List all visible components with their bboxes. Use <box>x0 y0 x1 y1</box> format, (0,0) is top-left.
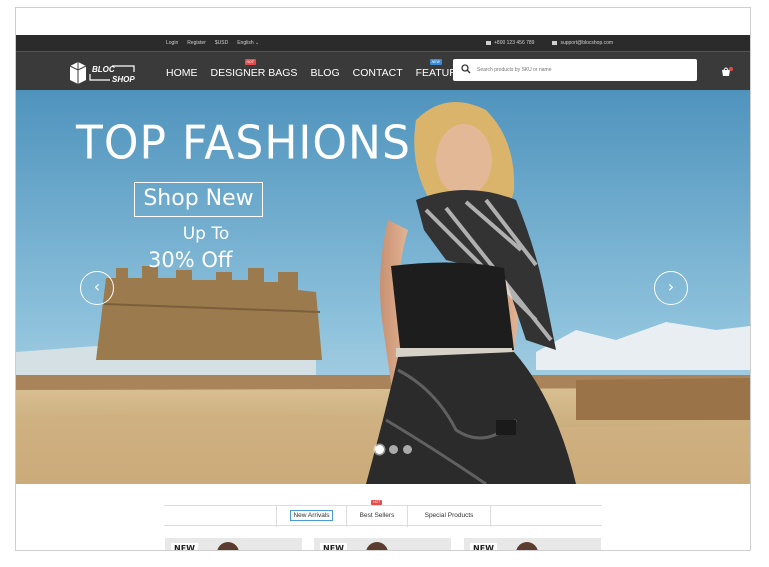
hero-headline: TOP FASHIONS <box>76 116 411 171</box>
nav-designer-bags[interactable]: DESIGNER BAGS HOT <box>211 59 298 79</box>
hero-discount-text: 30% Off <box>148 248 233 272</box>
nav-designer-bags-label[interactable]: DESIGNER BAGS <box>211 67 298 79</box>
top-bar-right: +800 123 456 789 support@blocshop.com <box>486 40 613 46</box>
nav-home[interactable]: HOME <box>166 67 198 79</box>
product-tabs: New Arrivals HOT Best Sellers Special Pro… <box>164 500 602 527</box>
cart-icon[interactable] <box>721 66 733 78</box>
top-bar: Login Register $USD English ⌄ +800 123 4… <box>16 35 750 51</box>
tab-special-products-label[interactable]: Special Products <box>425 512 474 519</box>
slider-dot-1[interactable] <box>375 445 384 454</box>
phone-icon <box>486 40 491 45</box>
shop-new-button[interactable]: Shop New <box>134 182 263 217</box>
slider-dots <box>375 445 412 454</box>
currency-select[interactable]: $USD <box>215 40 228 46</box>
phone-text: +800 123 456 789 <box>494 40 535 46</box>
hot-badge: HOT <box>244 59 256 65</box>
product-image <box>516 542 538 550</box>
nav-blog[interactable]: BLOG <box>310 67 339 79</box>
hero-slider[interactable]: TOP FASHIONS Shop New Up To 30% Off ‹ › <box>16 90 750 484</box>
nav-menu: HOME DESIGNER BAGS HOT BLOG CONTACT FEATU… <box>166 59 471 79</box>
tab-new-arrivals[interactable]: New Arrivals <box>276 506 346 527</box>
mail-icon <box>552 40 558 45</box>
browser-frame: Login Register $USD English ⌄ +800 123 4… <box>15 7 751 551</box>
site-logo[interactable]: BLOC SHOP <box>68 58 140 86</box>
product-new-badge: NEW <box>470 543 497 550</box>
email-text[interactable]: support@blocshop.com <box>560 40 613 46</box>
product-card[interactable]: NEW <box>314 538 451 550</box>
product-new-badge: NEW <box>320 543 347 550</box>
product-image <box>366 542 388 550</box>
new-badge: NEW <box>429 59 442 65</box>
tab-best-sellers[interactable]: HOT Best Sellers <box>346 500 407 527</box>
hero-upto-text: Up To <box>182 224 230 244</box>
tab-new-arrivals-label[interactable]: New Arrivals <box>290 510 333 521</box>
tab-best-sellers-label[interactable]: Best Sellers <box>360 512 395 519</box>
search-box[interactable] <box>453 59 697 81</box>
main-navbar: BLOC SHOP HOME DESIGNER BAGS HOT BLOG CON… <box>16 51 750 90</box>
tab-hot-badge: HOT <box>371 500 383 505</box>
slider-prev-button[interactable]: ‹ <box>80 271 114 305</box>
phone-contact: +800 123 456 789 <box>486 40 534 46</box>
product-new-badge: NEW <box>171 543 198 550</box>
language-select[interactable]: English ⌄ <box>237 40 259 46</box>
slider-next-button[interactable]: › <box>654 271 688 305</box>
svg-text:SHOP: SHOP <box>112 75 135 84</box>
email-contact[interactable]: support@blocshop.com <box>552 40 613 46</box>
product-card[interactable]: NEW <box>165 538 302 550</box>
nav-contact[interactable]: CONTACT <box>353 67 403 79</box>
slider-dot-2[interactable] <box>389 445 398 454</box>
search-input[interactable] <box>477 63 687 77</box>
login-link[interactable]: Login <box>166 40 178 46</box>
chevron-left-icon[interactable]: ‹ <box>94 277 100 296</box>
slider-dot-3[interactable] <box>403 445 412 454</box>
svg-text:BLOC: BLOC <box>92 65 115 74</box>
top-bar-left: Login Register $USD English ⌄ <box>166 40 259 46</box>
register-link[interactable]: Register <box>187 40 206 46</box>
product-card[interactable]: NEW <box>464 538 601 550</box>
product-image <box>217 542 239 550</box>
chevron-right-icon[interactable]: › <box>668 277 674 296</box>
tab-special-products[interactable]: Special Products <box>407 506 491 527</box>
search-icon[interactable] <box>461 64 471 74</box>
